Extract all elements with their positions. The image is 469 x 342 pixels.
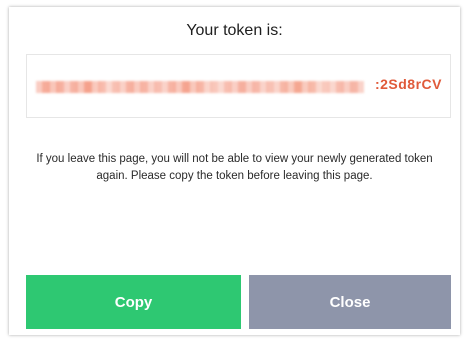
copy-button[interactable]: Copy [26,275,241,329]
close-button[interactable]: Close [249,275,451,329]
token-dialog: Your token is: :2Sd8rCV If you leave thi… [9,7,460,335]
token-visible-suffix: :2Sd8rCV [374,76,442,92]
token-field[interactable]: :2Sd8rCV [26,54,451,118]
dialog-title: Your token is: [186,22,283,39]
redacted-token [36,81,364,93]
warning-message: If you leave this page, you will not be … [36,153,433,182]
